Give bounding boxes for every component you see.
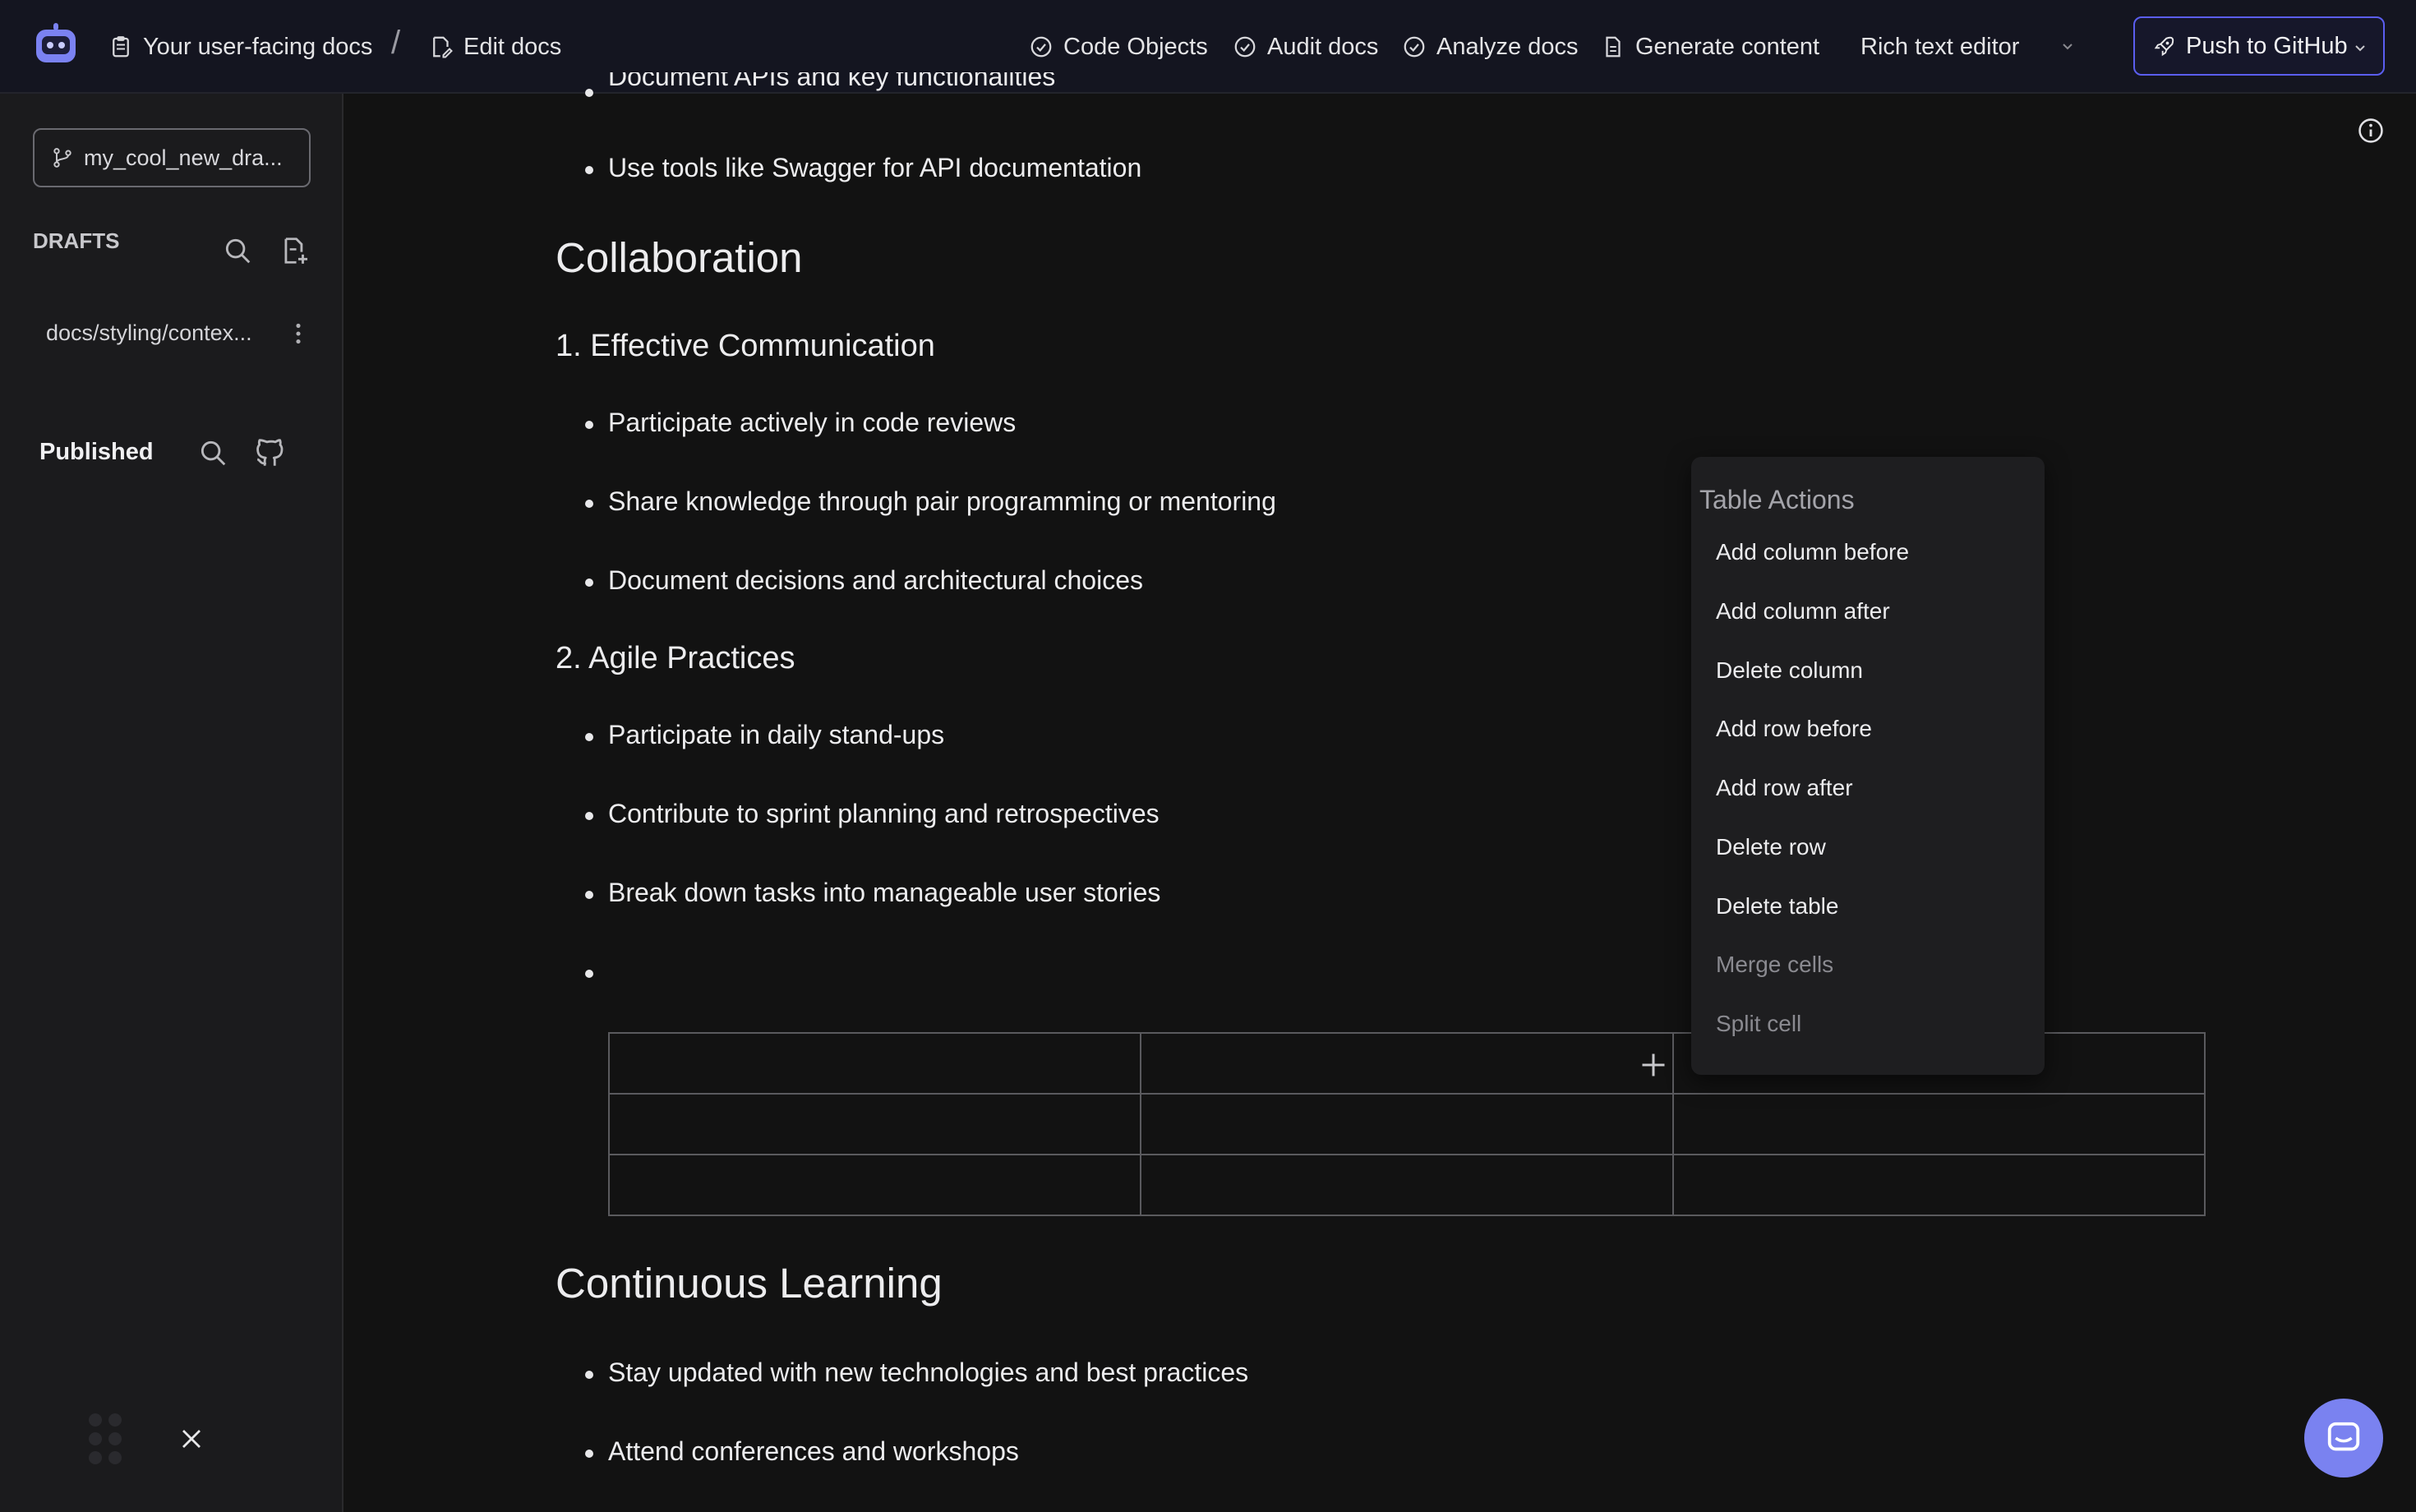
menu-item-delete-table[interactable]: Delete table <box>1716 893 1838 920</box>
list-item[interactable]: Participate in daily stand-ups <box>608 720 944 750</box>
chevron-down-icon <box>2355 45 2365 52</box>
clipboard-icon <box>113 36 129 58</box>
nav-code-objects-label: Code Objects <box>1063 33 1208 60</box>
list-item[interactable]: Document decisions and architectural cho… <box>608 565 1143 596</box>
bullet <box>585 89 593 97</box>
table-cell[interactable] <box>1671 1154 2206 1216</box>
bullet <box>585 891 593 899</box>
table-row <box>607 1093 2206 1155</box>
chat-support-button[interactable] <box>2304 1399 2383 1477</box>
table-actions-menu: Table Actions Add column before Add colu… <box>1691 457 2045 1075</box>
nav-audit-docs[interactable]: Audit docs <box>1233 28 1378 66</box>
edit-document-icon <box>433 36 453 58</box>
push-to-github-label: Push to GitHub <box>2186 32 2348 59</box>
breadcrumb-root-label: Your user-facing docs <box>143 33 373 60</box>
nav-analyze-docs-label: Analyze docs <box>1436 33 1579 60</box>
breadcrumb-current[interactable]: Edit docs <box>429 28 561 66</box>
table-cell[interactable] <box>607 1093 1142 1155</box>
table-cell[interactable] <box>1671 1093 2206 1155</box>
list-item[interactable]: Participate actively in code reviews <box>608 408 1016 438</box>
chevron-down-icon <box>2063 44 2073 50</box>
check-circle-icon <box>1030 36 1052 58</box>
table-actions-title: Table Actions <box>1699 485 1855 514</box>
menu-item-add-row-after[interactable]: Add row after <box>1716 775 1853 801</box>
bullet <box>585 421 593 429</box>
list-item[interactable]: Break down tasks into manageable user st… <box>608 878 1160 908</box>
menu-item-delete-column[interactable]: Delete column <box>1716 657 1863 684</box>
draft-item[interactable]: docs/styling/contex... <box>46 320 252 346</box>
nav-audit-docs-label: Audit docs <box>1267 33 1379 60</box>
branch-name: my_cool_new_dra... <box>84 145 283 170</box>
search-icon[interactable] <box>197 437 228 468</box>
editor-mode-select[interactable]: Rich text editor <box>1844 20 2091 74</box>
check-circle-icon <box>1234 36 1256 58</box>
drag-handle-icon[interactable] <box>87 1412 123 1466</box>
nav-generate-content-label: Generate content <box>1635 33 1820 60</box>
table-row <box>607 1154 2206 1216</box>
menu-item-add-column-after[interactable]: Add column after <box>1716 598 1890 625</box>
heading-agile-practices[interactable]: 2. Agile Practices <box>556 641 795 676</box>
menu-item-delete-row[interactable]: Delete row <box>1716 834 1826 860</box>
bullet <box>585 1450 593 1458</box>
github-icon[interactable] <box>253 436 288 470</box>
table-cell[interactable] <box>607 1032 1142 1095</box>
document-icon <box>1606 36 1621 58</box>
heading-effective-communication[interactable]: 1. Effective Communication <box>556 329 935 364</box>
bullet <box>585 500 593 508</box>
table-cell[interactable] <box>1140 1093 1674 1155</box>
bullet <box>585 579 593 587</box>
nav-analyze-docs[interactable]: Analyze docs <box>1402 28 1579 66</box>
bullet <box>585 812 593 820</box>
drafts-heading: DRAFTS <box>33 228 120 253</box>
breadcrumb-root[interactable]: Your user-facing docs <box>108 28 372 66</box>
push-to-github-button[interactable]: Push to GitHub <box>2133 16 2385 76</box>
menu-item-add-row-before[interactable]: Add row before <box>1716 716 1872 742</box>
table-cell[interactable] <box>607 1154 1142 1216</box>
menu-item-add-column-before[interactable]: Add column before <box>1716 539 1909 565</box>
chat-icon <box>2327 1422 2360 1451</box>
published-heading: Published <box>39 439 154 465</box>
bullet <box>585 1371 593 1379</box>
table-cell[interactable] <box>1140 1032 1674 1095</box>
table-cell[interactable] <box>1140 1154 1674 1216</box>
list-item[interactable]: Share knowledge through pair programming… <box>608 486 1276 517</box>
check-circle-icon <box>1404 36 1425 58</box>
editor-mode-value: Rich text editor <box>1860 33 2020 60</box>
top-bar: Your user-facing docs / Edit docs Code O… <box>0 0 2416 94</box>
list-item[interactable]: Attend conferences and workshops <box>608 1436 1019 1467</box>
partial-list-item: Document APIs and key functionalities <box>608 72 1056 91</box>
more-vertical-icon[interactable] <box>293 320 304 347</box>
info-icon[interactable] <box>2357 117 2385 145</box>
nav-generate-content[interactable]: Generate content <box>1601 28 1819 66</box>
heading-collaboration[interactable]: Collaboration <box>556 233 803 282</box>
search-icon[interactable] <box>222 235 253 266</box>
app-logo-icon[interactable] <box>31 21 81 71</box>
menu-item-merge-cells: Merge cells <box>1716 952 1834 977</box>
list-item[interactable]: Use tools like Swagger for API documenta… <box>608 153 1141 183</box>
bullet <box>585 166 593 174</box>
bullet <box>585 733 593 741</box>
rocket-icon <box>2154 36 2174 57</box>
list-item[interactable]: Contribute to sprint planning and retros… <box>608 799 1160 829</box>
list-item[interactable]: Stay updated with new technologies and b… <box>608 1358 1248 1388</box>
nav-code-objects[interactable]: Code Objects <box>1029 28 1208 66</box>
new-file-icon[interactable] <box>279 235 311 266</box>
close-icon[interactable] <box>179 1427 204 1451</box>
heading-continuous-learning[interactable]: Continuous Learning <box>556 1259 943 1307</box>
sidebar: my_cool_new_dra... DRAFTS docs/styling/c… <box>0 94 343 1512</box>
git-branch-icon <box>53 148 71 168</box>
add-column-plus-icon[interactable] <box>1639 1050 1668 1080</box>
breadcrumb-separator: / <box>391 25 401 61</box>
menu-item-split-cell: Split cell <box>1716 1011 1802 1036</box>
breadcrumb-current-label: Edit docs <box>463 33 562 60</box>
empty-list-bullet[interactable] <box>585 970 593 978</box>
branch-selector-button[interactable]: my_cool_new_dra... <box>33 128 311 187</box>
